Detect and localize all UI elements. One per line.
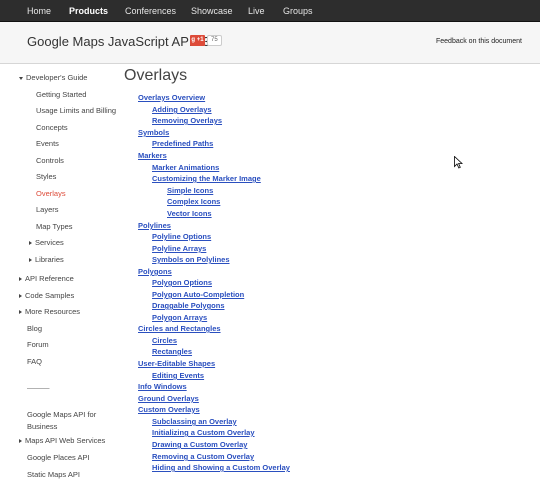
toc-link-polygon-arrays[interactable]: Polygon Arrays: [152, 313, 207, 323]
toc-link-polyline-options[interactable]: Polyline Options: [152, 232, 211, 242]
section-heading: Overlays: [124, 67, 188, 84]
nav-conferences[interactable]: Conferences: [125, 0, 176, 22]
sidebar-item-maps-api-business[interactable]: Google Maps API for Business: [27, 409, 107, 433]
nav-live[interactable]: Live: [248, 0, 265, 22]
toc-link-overlays-overview[interactable]: Overlays Overview: [138, 93, 205, 103]
toc-link-removing-custom-overlay[interactable]: Removing a Custom Overlay: [152, 452, 254, 462]
toc-link-markers[interactable]: Markers: [138, 151, 167, 161]
sidebar-item-usage-limits[interactable]: Usage Limits and Billing: [36, 106, 116, 116]
toc-link-polyline-arrays[interactable]: Polyline Arrays: [152, 244, 206, 254]
sidebar-item-concepts[interactable]: Concepts: [36, 123, 68, 133]
toc-link-predefined-paths[interactable]: Predefined Paths: [152, 139, 213, 149]
toc-link-custom-overlays[interactable]: Custom Overlays: [138, 405, 200, 415]
toc-link-removing-overlays[interactable]: Removing Overlays: [152, 116, 222, 126]
collapsed-triangle-icon: [19, 294, 22, 299]
sidebar-item-more-resources[interactable]: More Resources: [19, 307, 80, 317]
toc-link-circles[interactable]: Circles: [152, 336, 177, 346]
toc-link-circles-and-rectangles[interactable]: Circles and Rectangles: [138, 324, 221, 334]
toc-link-user-editable-shapes[interactable]: User-Editable Shapes: [138, 359, 215, 369]
sidebar-item-forum[interactable]: Forum: [27, 340, 49, 350]
toc-link-polygons[interactable]: Polygons: [138, 267, 172, 277]
plus-one-count: 75: [207, 35, 222, 46]
toc-link-editing-events[interactable]: Editing Events: [152, 371, 204, 381]
feedback-link[interactable]: Feedback on this document: [436, 38, 522, 45]
sidebar-item-map-types[interactable]: Map Types: [36, 222, 73, 232]
sidebar-item-getting-started[interactable]: Getting Started: [36, 90, 86, 100]
toc-link-polygon-options[interactable]: Polygon Options: [152, 278, 212, 288]
sidebar-item-google-places-api[interactable]: Google Places API: [27, 453, 90, 463]
sidebar-item-blog[interactable]: Blog: [27, 324, 42, 334]
toc-link-adding-overlays[interactable]: Adding Overlays: [152, 105, 212, 115]
sidebar-item-static-maps-api[interactable]: Static Maps API: [27, 470, 80, 480]
sidebar-item-overlays[interactable]: Overlays: [36, 189, 66, 199]
toc-link-simple-icons[interactable]: Simple Icons: [167, 186, 213, 196]
collapsed-triangle-icon: [29, 241, 32, 246]
sidebar-item-developers-guide[interactable]: Developer's Guide: [19, 73, 87, 83]
sidebar-item-libraries[interactable]: Libraries: [29, 255, 64, 265]
toc-link-rectangles[interactable]: Rectangles: [152, 347, 192, 357]
toc-link-drawing-custom-overlay[interactable]: Drawing a Custom Overlay: [152, 440, 247, 450]
page-title: Google Maps JavaScript API v3: [27, 34, 210, 49]
toc-link-symbols-on-polylines[interactable]: Symbols on Polylines: [152, 255, 230, 265]
toc-link-draggable-polygons[interactable]: Draggable Polygons: [152, 301, 225, 311]
nav-products[interactable]: Products: [69, 0, 108, 22]
collapsed-triangle-icon: [19, 439, 22, 444]
collapsed-triangle-icon: [19, 310, 22, 315]
mouse-cursor-icon: [454, 156, 463, 169]
sidebar-item-events[interactable]: Events: [36, 139, 59, 149]
nav-home[interactable]: Home: [27, 0, 51, 22]
collapsed-triangle-icon: [19, 277, 22, 282]
toc-link-initializing-custom-overlay[interactable]: Initializing a Custom Overlay: [152, 428, 255, 438]
top-navigation-bar: Home Products Conferences Showcase Live …: [0, 0, 540, 22]
nav-groups[interactable]: Groups: [283, 0, 313, 22]
sidebar-item-services[interactable]: Services: [29, 238, 64, 248]
sidebar-item-styles[interactable]: Styles: [36, 172, 56, 182]
toc-link-info-windows[interactable]: Info Windows: [138, 382, 187, 392]
toc-link-symbols[interactable]: Symbols: [138, 128, 169, 138]
collapsed-triangle-icon: [29, 258, 32, 263]
page-header: Google Maps JavaScript API v3 g +1 75 Fe…: [0, 22, 540, 64]
toc-link-marker-animations[interactable]: Marker Animations: [152, 163, 219, 173]
toc-link-vector-icons[interactable]: Vector Icons: [167, 209, 212, 219]
sidebar-item-layers[interactable]: Layers: [36, 205, 59, 215]
nav-showcase[interactable]: Showcase: [191, 0, 233, 22]
sidebar-item-code-samples[interactable]: Code Samples: [19, 291, 74, 301]
sidebar-item-controls[interactable]: Controls: [36, 156, 64, 166]
sidebar-item-maps-api-web-services[interactable]: Maps API Web Services: [19, 436, 105, 446]
toc-link-hiding-showing-custom-overlay[interactable]: Hiding and Showing a Custom Overlay: [152, 463, 290, 473]
sidebar-item-api-reference[interactable]: API Reference: [19, 274, 74, 284]
toc-link-ground-overlays[interactable]: Ground Overlays: [138, 394, 199, 404]
toc-link-complex-icons[interactable]: Complex Icons: [167, 197, 220, 207]
sidebar-separator: ———: [27, 383, 50, 392]
sidebar-navigation: Developer's Guide Getting Started Usage …: [0, 65, 120, 486]
google-plus-one-button[interactable]: g +1: [190, 35, 205, 46]
sidebar-item-faq[interactable]: FAQ: [27, 357, 42, 367]
expanded-triangle-icon: [19, 76, 23, 80]
toc-link-customizing-marker-image[interactable]: Customizing the Marker Image: [152, 174, 261, 184]
toc-link-polylines[interactable]: Polylines: [138, 221, 171, 231]
toc-link-subclassing-overlay[interactable]: Subclassing an Overlay: [152, 417, 237, 427]
toc-link-polygon-auto-completion[interactable]: Polygon Auto-Completion: [152, 290, 244, 300]
